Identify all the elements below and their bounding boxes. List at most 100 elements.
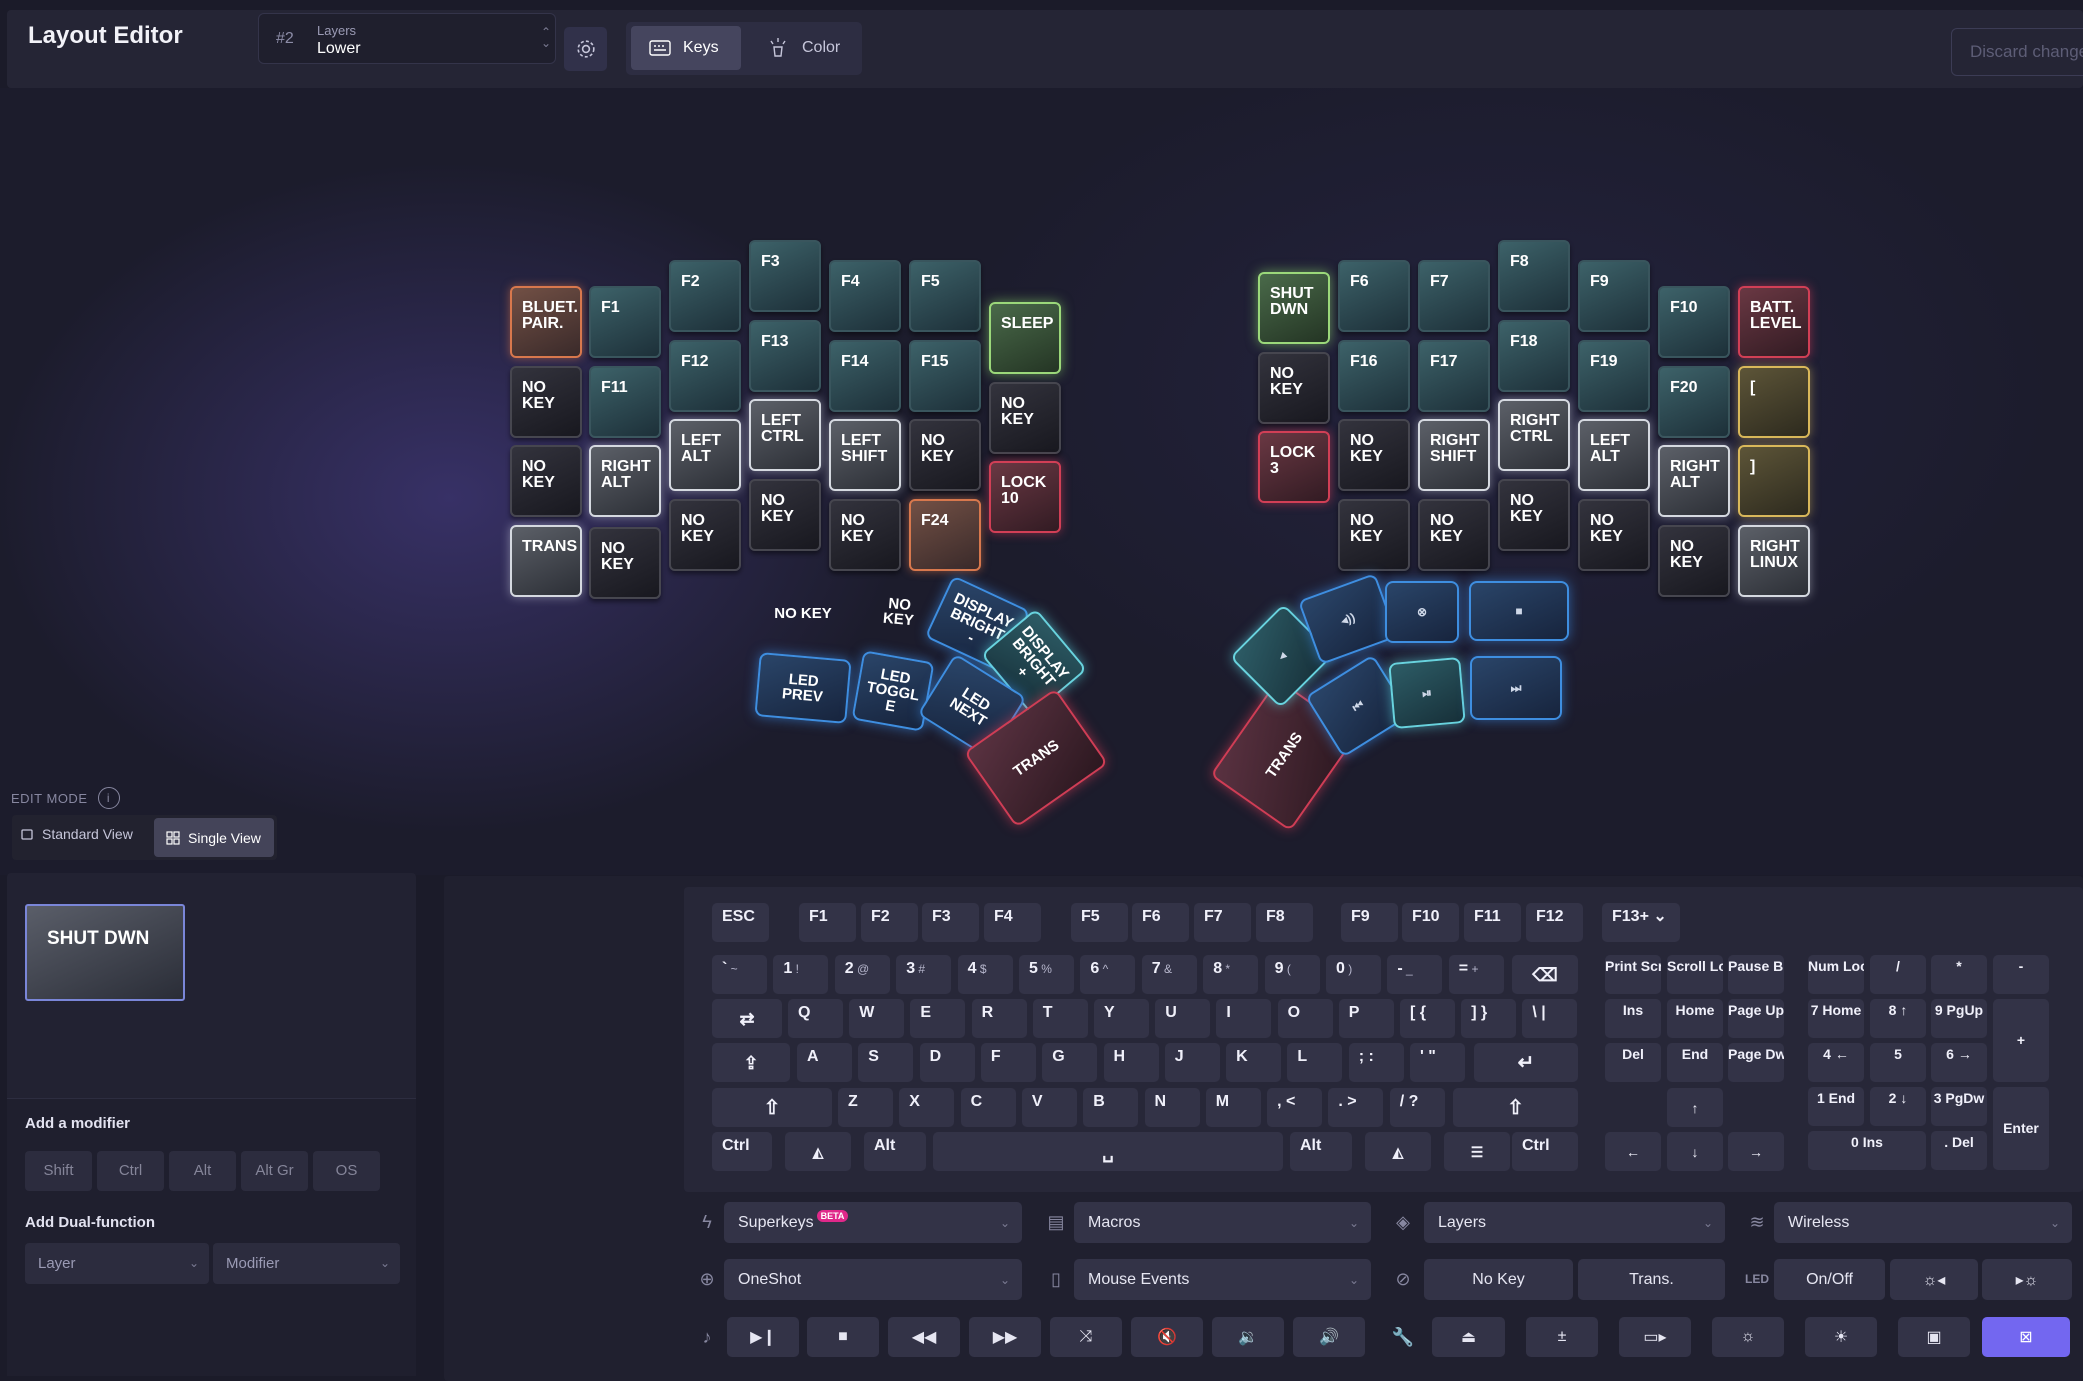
numpad-key[interactable]: 3 PgDw — [1931, 1087, 1987, 1126]
fn-key[interactable]: ESC — [712, 903, 769, 942]
nav-key[interactable]: Page Dwn — [1728, 1043, 1784, 1082]
left-key[interactable]: F3 — [749, 240, 821, 312]
numpad-key[interactable]: Num Lock — [1808, 955, 1864, 994]
caps-lock-key[interactable]: ⇪ — [712, 1043, 790, 1082]
number-row-key[interactable]: ` ~ — [712, 955, 767, 994]
fn-key[interactable]: F13+ ⌄ — [1602, 903, 1680, 942]
display-button[interactable]: ▣ — [1898, 1317, 1970, 1357]
nav-key[interactable]: End — [1667, 1043, 1723, 1082]
wireless-dropdown[interactable]: Wireless ⌄ — [1774, 1202, 2072, 1243]
letter-key[interactable]: N — [1144, 1088, 1200, 1127]
no-key-button[interactable]: No Key — [1424, 1259, 1573, 1300]
left-key[interactable]: F12 — [669, 340, 741, 412]
right-key[interactable]: F8 — [1498, 240, 1570, 312]
volume-up-button[interactable]: 🔊 — [1293, 1317, 1365, 1357]
number-row-key[interactable]: 4 $ — [957, 955, 1013, 994]
left-key[interactable]: LEFT ALT — [669, 419, 741, 491]
tab-keys[interactable]: Keys — [631, 26, 741, 70]
nav-key[interactable]: Scroll Lock — [1667, 955, 1723, 994]
right-key[interactable]: NO KEY — [1258, 352, 1330, 424]
left-key[interactable]: F11 — [589, 366, 661, 438]
left-key[interactable]: F24 — [909, 499, 981, 571]
number-row-key[interactable]: 6 ^ — [1080, 955, 1136, 994]
number-row-key[interactable]: 7 & — [1141, 955, 1197, 994]
left-key[interactable]: NO KEY — [989, 382, 1061, 454]
right-key[interactable]: F17 — [1418, 340, 1490, 412]
letter-key[interactable]: S — [858, 1043, 914, 1082]
left-key[interactable]: NO KEY — [589, 527, 661, 599]
numpad-key[interactable]: 6 → — [1931, 1043, 1987, 1082]
left-key[interactable]: SLEEP — [989, 302, 1061, 374]
right-key[interactable]: LEFT ALT — [1578, 419, 1650, 491]
right-key[interactable]: RIGHT CTRL — [1498, 399, 1570, 471]
left-key[interactable]: TRANS — [510, 525, 582, 597]
right-key[interactable]: F10 — [1658, 286, 1730, 358]
brightness-up-button[interactable]: ☀ — [1805, 1317, 1877, 1357]
letter-key[interactable]: ; : — [1348, 1043, 1404, 1082]
arrow-down-key[interactable]: ↓ — [1667, 1132, 1723, 1171]
letter-key[interactable]: J — [1164, 1043, 1220, 1082]
letter-key[interactable]: Q — [788, 999, 843, 1038]
layer-selector[interactable]: #2 Layers Lower ⌃ ⌄ — [258, 13, 556, 64]
letter-key[interactable]: X — [899, 1088, 955, 1127]
right-thumb-key[interactable]: ■ — [1469, 581, 1569, 641]
right-key[interactable]: NO KEY — [1338, 419, 1410, 491]
left-key[interactable]: NO KEY — [829, 499, 901, 571]
right-key[interactable]: RIGHT ALT — [1658, 445, 1730, 517]
number-row-key[interactable]: - _ — [1387, 955, 1443, 994]
letter-key[interactable]: K — [1226, 1043, 1282, 1082]
led-next-effect-button[interactable]: ▸☼ — [1982, 1259, 2072, 1300]
stop-button[interactable]: ■ — [807, 1317, 879, 1357]
left-ctrl-key[interactable]: Ctrl — [712, 1132, 772, 1171]
fn-key[interactable]: F1 — [799, 903, 856, 942]
arrow-left-key[interactable]: ← — [1605, 1132, 1661, 1171]
left-key[interactable]: F15 — [909, 340, 981, 412]
left-key[interactable]: BLUET. PAIR. — [510, 286, 582, 358]
letter-key[interactable]: U — [1155, 999, 1211, 1038]
right-key[interactable]: F20 — [1658, 366, 1730, 438]
arrow-up-key[interactable]: ↑ — [1667, 1088, 1723, 1127]
left-key[interactable]: NO KEY — [510, 445, 582, 517]
nav-key[interactable]: Page Up — [1728, 999, 1784, 1038]
info-icon[interactable]: i — [97, 787, 120, 809]
arrow-right-key[interactable]: → — [1728, 1132, 1784, 1171]
letter-key[interactable]: / ? — [1389, 1088, 1445, 1127]
right-alt-key[interactable]: Alt — [1290, 1132, 1352, 1171]
fn-key[interactable]: F9 — [1341, 903, 1398, 942]
calculator-button[interactable]: ± — [1526, 1317, 1598, 1357]
letter-key[interactable]: [ { — [1400, 999, 1455, 1038]
brightness-down-button[interactable]: ☼ — [1712, 1317, 1784, 1357]
backspace-key[interactable]: ⌫ — [1512, 955, 1578, 994]
nav-key[interactable]: Pause Break — [1728, 955, 1784, 994]
right-shift-key[interactable]: ⇧ — [1453, 1088, 1578, 1127]
trans-button[interactable]: Trans. — [1578, 1259, 1725, 1300]
left-key[interactable]: F14 — [829, 340, 901, 412]
left-key[interactable]: NO KEY — [510, 366, 582, 438]
letter-key[interactable]: C — [960, 1088, 1016, 1127]
letter-key[interactable]: T — [1032, 999, 1088, 1038]
numpad-key[interactable]: Enter — [1993, 1087, 2049, 1170]
selected-key-preview[interactable]: SHUT DWN — [25, 904, 185, 1001]
numpad-key[interactable]: 4 ← — [1808, 1043, 1864, 1082]
letter-key[interactable]: Y — [1094, 999, 1149, 1038]
numpad-key[interactable]: * — [1931, 955, 1987, 994]
right-key[interactable]: F16 — [1338, 340, 1410, 412]
left-alt-key[interactable]: Alt — [864, 1132, 926, 1171]
numpad-key[interactable]: - — [1993, 955, 2049, 994]
left-os-key[interactable]: ◭ — [785, 1132, 851, 1171]
letter-key[interactable]: W — [849, 999, 905, 1038]
letter-key[interactable]: R — [971, 999, 1027, 1038]
led-onoff-button[interactable]: On/Off — [1774, 1259, 1885, 1300]
left-key[interactable]: F1 — [589, 286, 661, 358]
left-key[interactable]: LEFT CTRL — [749, 399, 821, 471]
fn-key[interactable]: F8 — [1256, 903, 1313, 942]
superkeys-dropdown[interactable]: Superkeys BETA ⌄ — [724, 1202, 1022, 1243]
number-row-key[interactable]: 0 ) — [1326, 955, 1381, 994]
right-key[interactable]: RIGHT LINUX — [1738, 525, 1810, 597]
fn-key[interactable]: F2 — [861, 903, 918, 942]
next-track-button[interactable]: ▶▶ — [969, 1317, 1041, 1357]
right-key[interactable]: SHUT DWN — [1258, 272, 1330, 344]
standard-view-button[interactable]: Standard View — [20, 826, 133, 842]
right-thumb-key[interactable]: ⏯ — [1388, 656, 1466, 730]
numpad-key[interactable]: 2 ↓ — [1870, 1087, 1926, 1126]
